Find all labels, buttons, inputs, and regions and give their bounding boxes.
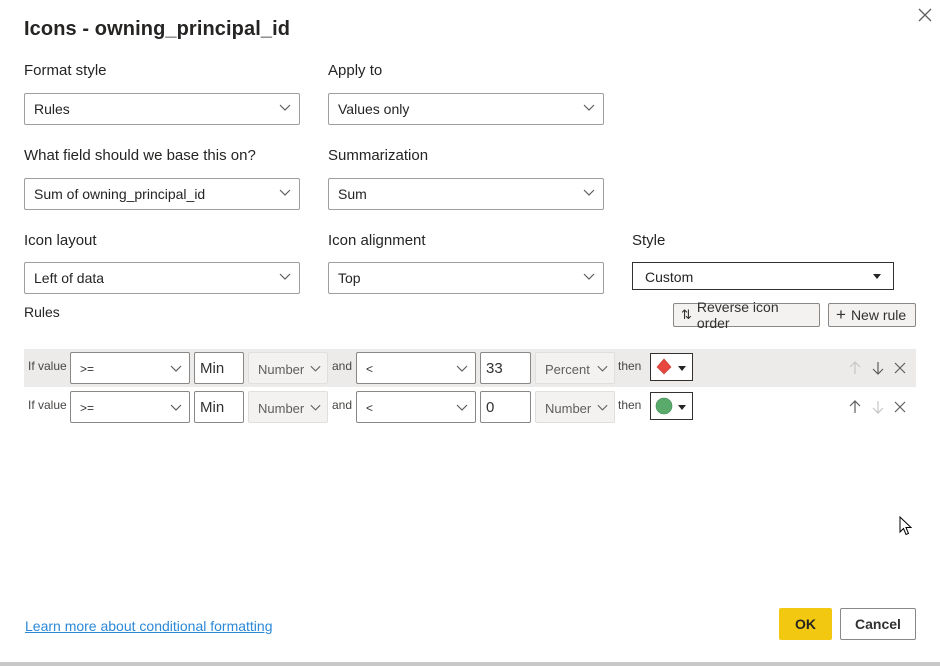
- type1-value: Number: [258, 401, 305, 416]
- type2-dropdown[interactable]: Percent: [535, 352, 615, 384]
- type1-value: Number: [258, 362, 305, 377]
- chevron-down-icon: [456, 404, 468, 411]
- chevron-down-icon: [583, 273, 595, 280]
- operator1-dropdown[interactable]: >=: [70, 391, 190, 423]
- reverse-icon-order-label: Reverse icon order: [696, 299, 779, 331]
- learn-more-link[interactable]: Learn more about conditional formatting: [25, 618, 272, 634]
- icon-picker[interactable]: [650, 392, 693, 420]
- value2-text: 0: [486, 399, 495, 416]
- icon-alignment-label: Icon alignment: [328, 232, 426, 249]
- style-value: Custom: [645, 269, 694, 285]
- reverse-arrows-icon: ⇅: [681, 307, 692, 322]
- rule-row: If value >= Min Number and < 0 Number th…: [24, 388, 916, 426]
- icon-alignment-value: Top: [338, 270, 361, 286]
- close-icon[interactable]: [914, 4, 936, 26]
- operator2-value: <: [366, 401, 374, 415]
- type1-dropdown[interactable]: Number: [248, 391, 328, 423]
- style-dropdown[interactable]: Custom: [632, 262, 894, 290]
- and-label: and: [332, 359, 353, 373]
- icon-picker[interactable]: [650, 353, 693, 381]
- new-rule-button[interactable]: + New rule: [828, 303, 916, 327]
- value1-text: Min: [200, 360, 225, 377]
- ok-button[interactable]: OK: [779, 608, 832, 640]
- chevron-down-icon: [583, 104, 595, 111]
- chevron-down-icon: [279, 189, 291, 196]
- icon-layout-label: Icon layout: [24, 232, 97, 249]
- base-field-label: What field should we base this on?: [24, 147, 256, 164]
- icons-dialog: Icons - owning_principal_id Format style…: [0, 0, 940, 666]
- then-label: then: [618, 359, 642, 373]
- base-field-value: Sum of owning_principal_id: [34, 186, 206, 202]
- operator2-dropdown[interactable]: <: [356, 352, 476, 384]
- operator2-value: <: [366, 362, 374, 376]
- rule-row: If value >= Min Number and < 33 Percent …: [24, 349, 916, 387]
- chevron-down-icon: [170, 404, 182, 411]
- dialog-title: Icons - owning_principal_id: [24, 18, 291, 40]
- chevron-down-icon: [170, 365, 182, 372]
- format-style-dropdown[interactable]: Rules: [24, 93, 300, 125]
- and-label: and: [332, 398, 353, 412]
- format-style-value: Rules: [34, 101, 70, 117]
- apply-to-dropdown[interactable]: Values only: [328, 93, 604, 125]
- chevron-down-icon: [583, 189, 595, 196]
- style-label: Style: [632, 232, 666, 249]
- type2-value: Percent: [545, 362, 590, 377]
- chevron-down-icon: [279, 273, 291, 280]
- move-up-icon[interactable]: [847, 360, 863, 376]
- move-up-icon[interactable]: [847, 399, 863, 415]
- plus-icon: +: [836, 305, 846, 324]
- move-down-icon[interactable]: [870, 360, 886, 376]
- chevron-down-icon: [597, 404, 608, 411]
- format-style-label: Format style: [24, 62, 107, 79]
- if-value-label: If value: [28, 398, 67, 412]
- caret-down-icon: [873, 274, 881, 279]
- chevron-down-icon: [279, 104, 291, 111]
- value2-input[interactable]: 33: [480, 352, 531, 384]
- operator1-dropdown[interactable]: >=: [70, 352, 190, 384]
- rules-label: Rules: [24, 304, 60, 320]
- apply-to-label: Apply to: [328, 62, 383, 79]
- type1-dropdown[interactable]: Number: [248, 352, 328, 384]
- apply-to-value: Values only: [338, 101, 410, 117]
- chevron-down-icon: [456, 365, 468, 372]
- value2-input[interactable]: 0: [480, 391, 531, 423]
- delete-rule-icon[interactable]: [892, 360, 908, 376]
- value2-text: 33: [486, 360, 503, 377]
- operator1-value: >=: [80, 362, 95, 376]
- caret-down-icon: [678, 366, 686, 371]
- chevron-down-icon: [310, 404, 321, 411]
- type2-dropdown[interactable]: Number: [535, 391, 615, 423]
- summarization-label: Summarization: [328, 147, 429, 164]
- delete-rule-icon[interactable]: [892, 399, 908, 415]
- operator1-value: >=: [80, 401, 95, 415]
- red-diamond-icon: [656, 358, 672, 375]
- green-circle-icon: [655, 397, 673, 415]
- type2-value: Number: [545, 401, 592, 416]
- new-rule-label: New rule: [850, 307, 907, 323]
- summarization-dropdown[interactable]: Sum: [328, 178, 604, 210]
- cancel-button[interactable]: Cancel: [840, 608, 916, 640]
- if-value-label: If value: [28, 359, 67, 373]
- caret-down-icon: [678, 405, 686, 410]
- then-label: then: [618, 398, 642, 412]
- icon-alignment-dropdown[interactable]: Top: [328, 262, 604, 294]
- icon-layout-dropdown[interactable]: Left of data: [24, 262, 300, 294]
- value1-input[interactable]: Min: [194, 352, 244, 384]
- mouse-cursor-icon: [899, 516, 913, 536]
- value1-text: Min: [200, 399, 225, 416]
- chevron-down-icon: [310, 365, 321, 372]
- icon-layout-value: Left of data: [34, 270, 105, 286]
- summarization-value: Sum: [338, 186, 367, 202]
- move-down-icon[interactable]: [870, 399, 886, 415]
- operator2-dropdown[interactable]: <: [356, 391, 476, 423]
- chevron-down-icon: [597, 365, 608, 372]
- value1-input[interactable]: Min: [194, 391, 244, 423]
- reverse-icon-order-button[interactable]: ⇅ Reverse icon order: [673, 299, 820, 331]
- base-field-dropdown[interactable]: Sum of owning_principal_id: [24, 178, 300, 210]
